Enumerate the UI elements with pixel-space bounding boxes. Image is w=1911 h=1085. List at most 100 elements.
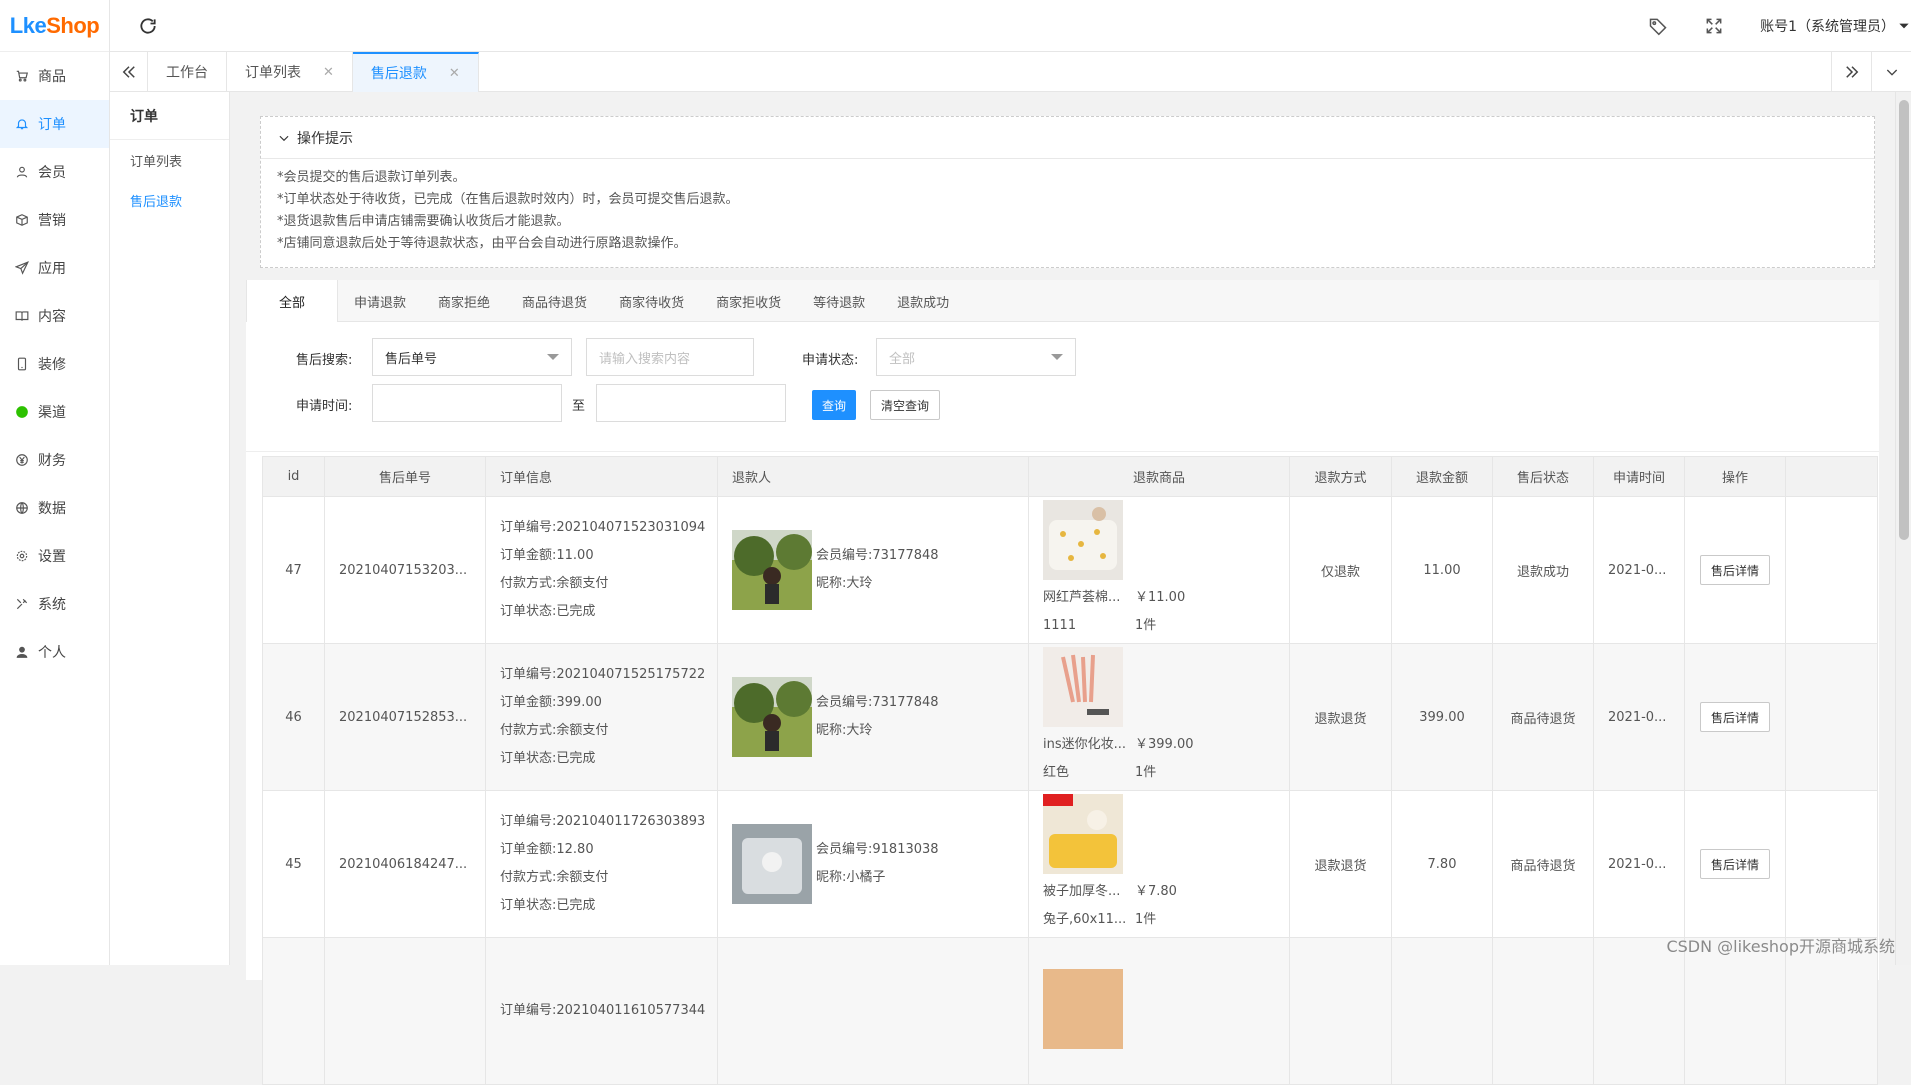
order-info-line: 订单状态:已完成 xyxy=(500,745,717,773)
cell-time: 2021-0... xyxy=(1594,791,1685,938)
goods-spec: 兔子,60x11... xyxy=(1043,906,1135,934)
cell-id xyxy=(263,938,325,1085)
close-icon[interactable]: ✕ xyxy=(449,66,460,81)
column-header: 操作 xyxy=(1685,457,1786,497)
sidebar: LkeShop 商品订单会员营销应用内容装修渠道财务数据设置系统个人 xyxy=(0,0,110,965)
cell-amount: 11.00 xyxy=(1392,497,1493,644)
filter-tab[interactable]: 商家拒绝 xyxy=(422,280,506,322)
sidebar-item-label: 个人 xyxy=(38,642,66,662)
tabs-menu[interactable] xyxy=(1871,52,1911,92)
detail-button[interactable]: 售后详情 xyxy=(1700,702,1770,732)
sidebar-item[interactable]: 设置 xyxy=(0,532,109,580)
globe-icon xyxy=(14,500,30,516)
phone-icon xyxy=(14,356,30,372)
cell-status: 商品待退货 xyxy=(1493,644,1594,791)
member-number: 会员编号:91813038 xyxy=(816,836,939,864)
cell-refund-goods xyxy=(1029,938,1290,1085)
cell-sn: 20210407152853... xyxy=(325,644,486,791)
page-scrollbar[interactable] xyxy=(1895,92,1911,965)
sidebar-item[interactable]: 商品 xyxy=(0,52,109,100)
sidebar-item[interactable]: 装修 xyxy=(0,340,109,388)
tabs-scroll-right[interactable] xyxy=(1831,52,1871,92)
search-type-select[interactable]: 售后单号 xyxy=(372,338,572,376)
box-icon xyxy=(14,212,30,228)
sidebar-item[interactable]: 营销 xyxy=(0,196,109,244)
sidebar-item[interactable]: 数据 xyxy=(0,484,109,532)
goods-qty: 1件 xyxy=(1135,906,1156,934)
cell-blank xyxy=(1786,497,1878,644)
logo[interactable]: LkeShop xyxy=(0,0,109,52)
sidebar-item-label: 商品 xyxy=(38,66,66,86)
sidebar-item[interactable]: 系统 xyxy=(0,580,109,628)
avatar xyxy=(732,530,812,610)
cell-id: 47 xyxy=(263,497,325,644)
fullscreen-icon[interactable] xyxy=(1704,16,1724,36)
detail-button[interactable]: 售后详情 xyxy=(1700,849,1770,879)
refund-goods: ins迷你化妆...￥399.00红色1件 xyxy=(1029,647,1289,787)
tag-icon[interactable] xyxy=(1648,16,1668,36)
subnav-item[interactable]: 售后退款 xyxy=(110,180,229,220)
goods-name: ins迷你化妆... xyxy=(1043,731,1135,759)
filter-tab[interactable]: 商家拒收货 xyxy=(700,280,797,322)
sidebar-item-label: 订单 xyxy=(38,114,66,134)
filter-tab[interactable]: 全部 xyxy=(246,280,338,322)
page-tab[interactable]: 订单列表✕ xyxy=(227,52,353,92)
cell-blank xyxy=(1786,791,1878,938)
tips-toggle[interactable]: 操作提示 xyxy=(261,117,1874,159)
cell-refund-user: 会员编号:91813038昵称:小橘子 xyxy=(718,791,1029,938)
member-nickname: 昵称:小橘子 xyxy=(816,864,939,892)
filter-tab[interactable]: 申请退款 xyxy=(338,280,422,322)
cell-action: 售后详情 xyxy=(1685,497,1786,644)
tips-title: 操作提示 xyxy=(297,128,353,148)
account-menu[interactable]: 账号1（系统管理员） xyxy=(1760,16,1911,36)
tips-box: 操作提示 *会员提交的售后退款订单列表。*订单状态处于待收货，已完成（在售后退款… xyxy=(260,116,1875,268)
table-row: 订单编号:202104011610577344 xyxy=(263,938,1878,1085)
sidebar-item-label: 应用 xyxy=(38,258,66,278)
cell-action xyxy=(1685,938,1786,1085)
sidebar-item[interactable]: 个人 xyxy=(0,628,109,676)
filter-tab[interactable]: 退款成功 xyxy=(881,280,965,322)
sidebar-item[interactable]: 订单 xyxy=(0,100,109,148)
column-header: 退款金额 xyxy=(1392,457,1493,497)
status-select[interactable]: 全部 xyxy=(876,338,1076,376)
close-icon[interactable]: ✕ xyxy=(323,65,334,80)
query-button[interactable]: 查询 xyxy=(812,390,856,420)
cell-method: 退款退货 xyxy=(1290,791,1392,938)
person-icon xyxy=(14,644,30,660)
cell-time: 2021-0... xyxy=(1594,497,1685,644)
sidebar-item[interactable]: 会员 xyxy=(0,148,109,196)
order-info-line: 订单状态:已完成 xyxy=(500,892,717,920)
start-time-input[interactable] xyxy=(372,384,562,422)
sidebar-item-label: 设置 xyxy=(38,546,66,566)
product-image xyxy=(1043,969,1123,1049)
order-info-line: 付款方式:余额支付 xyxy=(500,717,717,745)
subnav-item[interactable]: 订单列表 xyxy=(110,140,229,180)
account-name: 账号1（系统管理员） xyxy=(1760,16,1895,36)
chevron-down-icon xyxy=(277,131,291,145)
search-input[interactable]: 请输入搜索内容 xyxy=(586,338,754,376)
filter-tab[interactable]: 商家待收货 xyxy=(603,280,700,322)
sidebar-item[interactable]: 应用 xyxy=(0,244,109,292)
user-icon xyxy=(14,164,30,180)
page-tab[interactable]: 售后退款✕ xyxy=(353,52,479,92)
sidebar-item[interactable]: 财务 xyxy=(0,436,109,484)
member-number: 会员编号:73177848 xyxy=(816,542,939,570)
member-nickname: 昵称:大玲 xyxy=(816,570,939,598)
end-time-input[interactable] xyxy=(596,384,786,422)
filter-tab[interactable]: 等待退款 xyxy=(797,280,881,322)
clear-button[interactable]: 清空查询 xyxy=(870,390,940,420)
order-info-line: 订单编号:202104071523031094 xyxy=(500,514,717,542)
sidebar-item[interactable]: 内容 xyxy=(0,292,109,340)
refresh-icon[interactable] xyxy=(138,16,158,36)
filter-tab[interactable]: 商品待退货 xyxy=(506,280,603,322)
cell-id: 45 xyxy=(263,791,325,938)
detail-button[interactable]: 售后详情 xyxy=(1700,555,1770,585)
page-tab[interactable]: 工作台 xyxy=(148,52,227,92)
tabs-scroll-left[interactable] xyxy=(110,52,148,92)
sidebar-item[interactable]: 渠道 xyxy=(0,388,109,436)
tip-line: *订单状态处于待收货，已完成（在售后退款时效内）时，会员可提交售后退款。 xyxy=(277,189,1858,211)
scrollbar-thumb[interactable] xyxy=(1899,100,1909,540)
column-header-blank xyxy=(1786,457,1878,497)
goods-name: 被子加厚冬... xyxy=(1043,878,1135,906)
cell-blank xyxy=(1786,644,1878,791)
